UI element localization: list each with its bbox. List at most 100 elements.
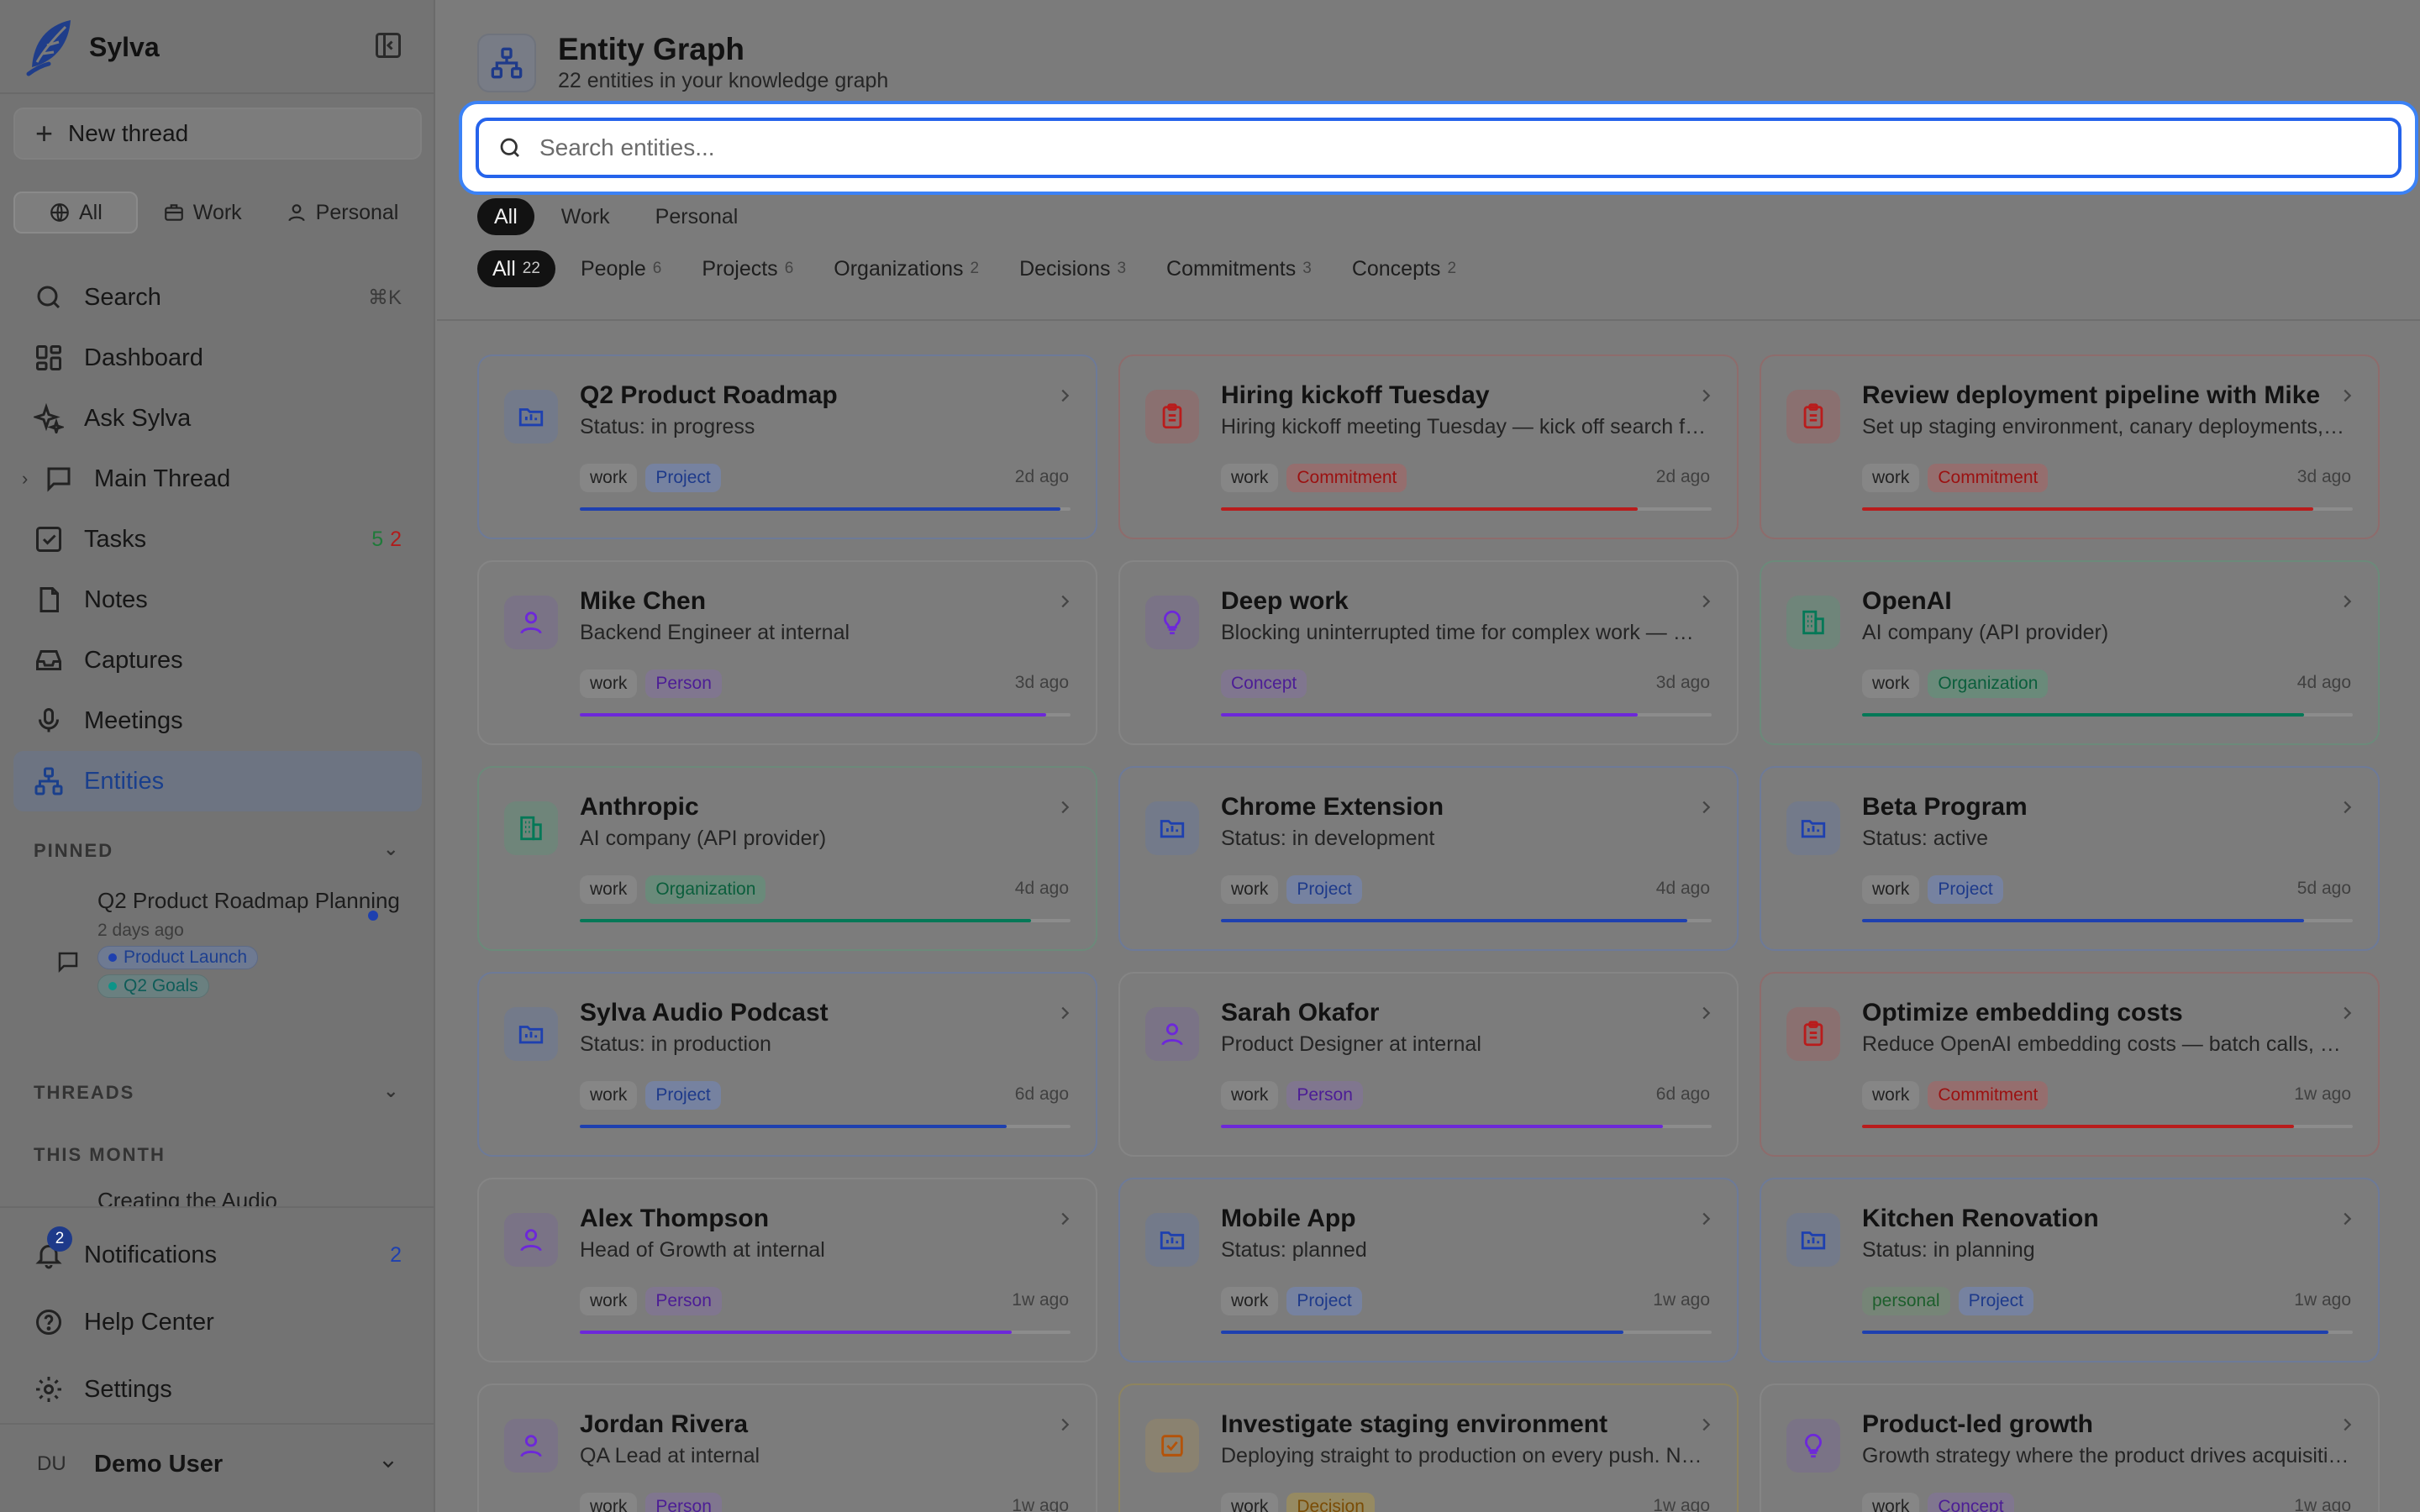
filter-type-organizations[interactable]: Organizations 2 — [818, 250, 994, 287]
chevron-down-icon[interactable]: ⌄ — [383, 838, 400, 860]
entity-card[interactable]: Optimize embedding costs Reduce OpenAI em… — [1760, 972, 2380, 1157]
entity-title: Hiring kickoff Tuesday — [1221, 381, 1490, 409]
entity-card[interactable]: Product-led growth Growth strategy where … — [1760, 1383, 2380, 1512]
chevron-right-icon[interactable] — [1055, 1210, 1074, 1228]
filter-type-concepts[interactable]: Concepts 2 — [1337, 250, 1471, 287]
scope-all[interactable]: All — [13, 192, 138, 234]
tag-label: Product Launch — [124, 948, 248, 967]
chevron-right-icon[interactable] — [2338, 1415, 2356, 1434]
entity-updated-time: 2d ago — [1655, 467, 1710, 486]
nav-meetings[interactable]: Meetings — [13, 690, 422, 751]
entity-card[interactable]: Hiring kickoff Tuesday Hiring kickoff mee… — [1118, 354, 1739, 539]
search-input[interactable] — [539, 134, 2346, 161]
chevron-right-icon[interactable] — [1055, 798, 1074, 816]
nav-search-label: Search — [84, 283, 161, 311]
chevron-right-icon[interactable] — [1055, 386, 1074, 405]
nav-search[interactable]: Search ⌘K — [13, 267, 422, 328]
sidebar: Sylva + New thread All Work Personal Sea… — [0, 0, 435, 1512]
chevron-right-icon[interactable]: › — [22, 468, 28, 490]
thread-item[interactable]: Creating the Audio — [97, 1188, 277, 1206]
filter-type-projects[interactable]: Projects 6 — [687, 250, 808, 287]
nav-tasks[interactable]: Tasks 52 — [13, 509, 422, 570]
nav-dashboard[interactable]: Dashboard — [13, 328, 422, 388]
chevron-right-icon[interactable] — [1055, 592, 1074, 611]
chevron-right-icon[interactable] — [1697, 1415, 1715, 1434]
chevron-right-icon[interactable] — [2338, 386, 2356, 405]
entity-card[interactable]: Sylva Audio Podcast Status: in production… — [477, 972, 1097, 1157]
entity-card[interactable]: OpenAI AI company (API provider) work Organ… — [1760, 560, 2380, 745]
tag-q2-goals[interactable]: Q2 Goals — [97, 974, 209, 998]
nav-ask-sylva-label: Ask Sylva — [84, 404, 192, 432]
entity-card[interactable]: Review deployment pipeline with Mike Set … — [1760, 354, 2380, 539]
strength-bar-fill — [1221, 507, 1639, 511]
entity-card[interactable]: Sarah Okafor Product Designer at internal… — [1118, 972, 1739, 1157]
user-menu[interactable]: DU Demo User — [0, 1428, 434, 1500]
nav-settings[interactable]: Settings — [13, 1356, 422, 1423]
entity-card[interactable]: Mike Chen Backend Engineer at internal wor… — [477, 560, 1097, 745]
entity-card[interactable]: Anthropic AI company (API provider) work Or… — [477, 766, 1097, 951]
nav-ask-sylva[interactable]: Ask Sylva — [13, 388, 422, 449]
collapse-sidebar-icon[interactable] — [373, 30, 403, 60]
chevron-right-icon[interactable] — [1697, 798, 1715, 816]
scope-tag: work — [1221, 1081, 1279, 1110]
entity-type-badge — [504, 596, 558, 649]
scope-work[interactable]: Work — [145, 192, 260, 234]
new-thread-button[interactable]: + New thread — [13, 108, 422, 160]
entity-card[interactable]: Kitchen Renovation Status: in planning per… — [1760, 1178, 2380, 1362]
chevron-right-icon[interactable] — [2338, 592, 2356, 611]
chevron-right-icon[interactable] — [2338, 1210, 2356, 1228]
entity-tags: work Commitment — [1862, 464, 2049, 492]
filter-type-people[interactable]: People 6 — [566, 250, 676, 287]
entity-type-badge — [504, 1419, 558, 1473]
pinned-section-header[interactable]: PINNED ⌄ — [34, 838, 398, 862]
entity-type-badge — [1145, 596, 1199, 649]
chevron-right-icon[interactable] — [1055, 1004, 1074, 1022]
chevron-right-icon[interactable] — [1697, 1210, 1715, 1228]
tag-dot — [108, 982, 117, 990]
entity-card[interactable]: Beta Program Status: active work Project 5d … — [1760, 766, 2380, 951]
entity-tags: work Project — [580, 1081, 721, 1110]
chevron-down-icon[interactable]: ⌄ — [383, 1080, 400, 1102]
scope-personal[interactable]: Personal — [267, 192, 418, 234]
nav-main-thread[interactable]: › Main Thread — [13, 449, 422, 509]
chevron-right-icon[interactable] — [2338, 798, 2356, 816]
chevron-right-icon[interactable] — [2338, 1004, 2356, 1022]
chevron-right-icon[interactable] — [1697, 592, 1715, 611]
chevron-right-icon[interactable] — [1697, 1004, 1715, 1022]
threads-section-header[interactable]: THREADS ⌄ — [34, 1080, 398, 1104]
nav-entities[interactable]: Entities — [13, 751, 422, 811]
entity-card[interactable]: Mobile App Status: planned work Project 1w a… — [1118, 1178, 1739, 1362]
strength-bar-fill — [1862, 1125, 2294, 1128]
entity-card[interactable]: Investigate staging environment Deploying… — [1118, 1383, 1739, 1512]
entity-card[interactable]: Deep work Blocking uninterrupted time for… — [1118, 560, 1739, 745]
filter-scope-all[interactable]: All — [477, 198, 534, 235]
search-field[interactable] — [476, 118, 2402, 178]
entity-tags: work Person — [580, 1287, 722, 1315]
filter-scope-work[interactable]: Work — [543, 198, 629, 235]
chevron-down-icon[interactable] — [376, 1455, 400, 1473]
brand[interactable]: Sylva — [25, 17, 160, 77]
nav-notifications[interactable]: 2 Notifications 2 — [13, 1221, 422, 1289]
type-tag: Project — [645, 1081, 721, 1110]
entity-card[interactable]: Chrome Extension Status: in development wo… — [1118, 766, 1739, 951]
chevron-right-icon[interactable] — [1055, 1415, 1074, 1434]
filter-type-all[interactable]: All 22 — [477, 250, 555, 287]
filter-scope-personal[interactable]: Personal — [637, 198, 757, 235]
filter-count: 3 — [1117, 260, 1127, 277]
entity-tags: work Project — [1221, 1287, 1362, 1315]
nav-notes[interactable]: Notes — [13, 570, 422, 630]
filter-type-commitments[interactable]: Commitments 3 — [1151, 250, 1327, 287]
filter-type-decisions[interactable]: Decisions 3 — [1004, 250, 1141, 287]
entity-card[interactable]: Q2 Product Roadmap Status: in progress wor… — [477, 354, 1097, 539]
entity-card[interactable]: Jordan Rivera QA Lead at internal work Pers… — [477, 1383, 1097, 1512]
entity-card[interactable]: Alex Thompson Head of Growth at internal w… — [477, 1178, 1097, 1362]
nav-captures[interactable]: Captures — [13, 630, 422, 690]
entity-subtitle: Reduce OpenAI embedding costs — batch ca… — [1862, 1032, 2349, 1056]
strength-bar-fill — [1862, 919, 2304, 922]
nav-help-center[interactable]: Help Center — [13, 1289, 422, 1356]
tag-product-launch[interactable]: Product Launch — [97, 946, 259, 969]
pinned-thread[interactable]: Q2 Product Roadmap Planning 2 days ago P… — [58, 885, 412, 998]
chevron-right-icon[interactable] — [1697, 386, 1715, 405]
entity-updated-time: 6d ago — [1655, 1084, 1710, 1104]
entity-tags: work Organization — [1862, 669, 2049, 698]
